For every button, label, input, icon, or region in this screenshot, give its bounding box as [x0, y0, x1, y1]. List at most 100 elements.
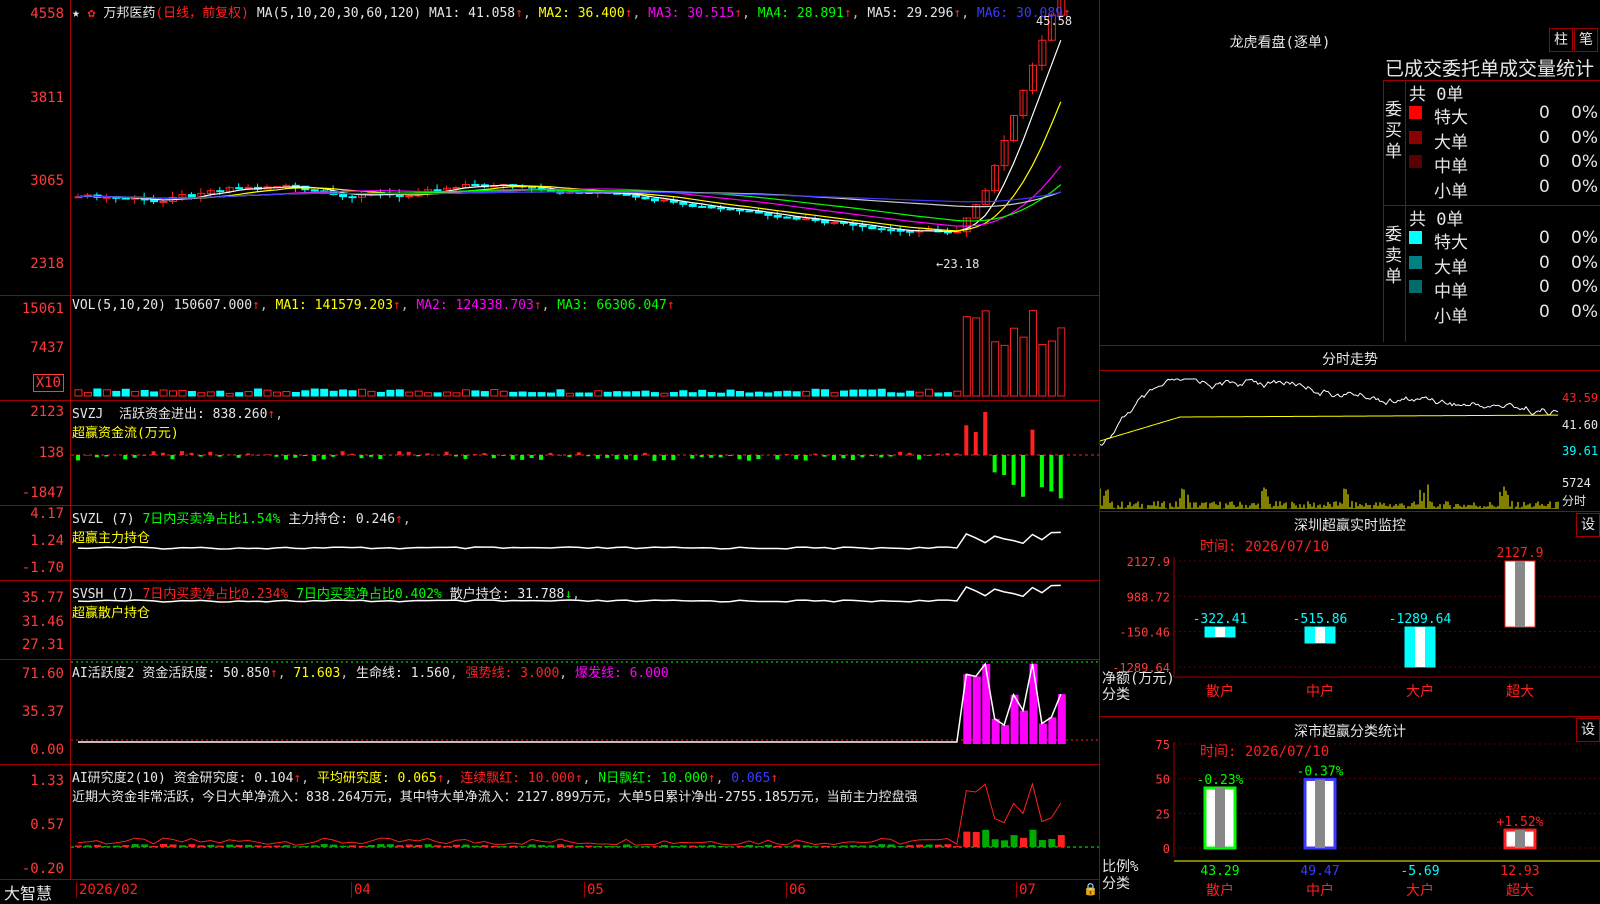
research-bar — [122, 845, 129, 847]
volume-bar — [1011, 328, 1018, 396]
flow-bar — [756, 455, 760, 459]
tick-mode-button[interactable]: 笔 — [1574, 28, 1598, 52]
flow-bar — [889, 455, 893, 457]
flow-bar — [775, 455, 779, 459]
research-bar — [179, 845, 186, 847]
candle — [689, 204, 696, 206]
flow-bar — [719, 455, 723, 457]
ratio-bar-highlight — [1315, 779, 1325, 848]
sz-monitor-panel[interactable]: 深圳超赢实时监控 设 时间: 2026/07/10 2127.9988.72-1… — [1100, 512, 1600, 716]
svzl-label: SVZL (7) — [72, 512, 135, 527]
ai-research-pane[interactable]: 1.33 0.57 -0.20 AI研究度2(10) 资金研究度: 0.104↑… — [0, 765, 1100, 880]
flow-bar — [360, 455, 364, 458]
star-icon[interactable]: ★ — [72, 6, 80, 21]
volume-bar — [103, 390, 110, 396]
ai2-tick: 1.33 — [30, 773, 64, 789]
ai-activity-pane[interactable]: 71.60 35.37 0.00 AI活跃度2 资金活跃度: 50.850↑, … — [0, 660, 1100, 765]
volume-pane[interactable]: 15061 7437 X10 VOL(5,10,20) 150607.000↑,… — [0, 296, 1100, 401]
volume-bar — [944, 393, 951, 396]
research-bar — [245, 845, 252, 847]
ma1-value: MA1: 41.058 — [429, 6, 515, 21]
flow-bar — [1059, 455, 1063, 498]
flow-bar — [813, 454, 817, 455]
sz-monitor-chart[interactable]: 2127.9988.72-150.46-1289.64-322.41散户-515… — [1100, 512, 1600, 716]
research-bar — [859, 846, 866, 847]
volume-bar — [897, 393, 904, 396]
research-bar — [765, 845, 772, 847]
volume-bar — [651, 393, 658, 396]
candle — [907, 231, 914, 232]
intraday-tick: 43.59 — [1562, 391, 1598, 405]
research-bar — [576, 846, 583, 847]
order-color-swatch — [1409, 131, 1422, 144]
order-type: 大单 — [1434, 253, 1468, 278]
candle — [472, 184, 479, 185]
candle — [188, 195, 195, 198]
svzj-pane[interactable]: 2123 138 -1847 SVZJ 活跃资金进出: 838.260↑, 超赢… — [0, 401, 1100, 506]
date-axis: 大智慧 2026/02 04 05 06 07 🔒 — [0, 880, 1100, 900]
volume-bar — [122, 389, 129, 396]
sz-class-chart[interactable]: 7550250-0.23%43.29散户-0.37%49.47中户-5.69大户… — [1100, 717, 1600, 900]
kline-pane[interactable]: 4558 3811 3065 2318 ★ ✿ 万邦医药(日线，前复权) MA(… — [0, 0, 1100, 296]
volume-bar — [387, 390, 394, 396]
intraday-panel[interactable]: 分时走势 43.59 41.60 39.61 5724 分时 — [1100, 346, 1600, 511]
volume-bar — [1039, 344, 1046, 396]
research-bar — [566, 845, 573, 847]
order-type: 特大 — [1434, 103, 1468, 128]
research-bar — [529, 844, 536, 847]
lock-icon[interactable]: 🔒 — [1083, 882, 1098, 896]
flow-bar — [898, 452, 902, 455]
net-amount-bar-highlight — [1215, 627, 1225, 637]
ai2-summary: 近期大资金非常活跃，今日大单净流入：838.264万元，其中特大单净流入：212… — [72, 790, 918, 805]
ratio-change: -0.37% — [1297, 764, 1344, 779]
research-bar — [188, 844, 195, 847]
ai1-tick: 71.60 — [22, 666, 64, 682]
research-bar — [434, 845, 441, 847]
volume-bar — [481, 392, 488, 396]
flow-bar — [246, 453, 250, 455]
vol-unit-badge[interactable]: X10 — [33, 374, 64, 392]
research-bar — [519, 846, 526, 847]
period-mode[interactable]: (日线，前复权) — [155, 6, 249, 21]
intraday-chart[interactable] — [1100, 371, 1560, 511]
volume-bar — [633, 392, 640, 396]
research-bar — [396, 845, 403, 847]
volume-bar — [916, 392, 923, 396]
volume-bar — [576, 393, 583, 396]
order-type: 小单 — [1434, 302, 1468, 327]
order-color-swatch — [1409, 180, 1422, 193]
order-percent: 0% — [1571, 128, 1598, 148]
volume-bar — [888, 393, 895, 396]
ai1-tick: 0.00 — [30, 742, 64, 758]
bar-mode-button[interactable]: 柱 — [1549, 28, 1573, 52]
volume-bar — [217, 391, 224, 396]
candle — [122, 198, 129, 199]
research-bar — [963, 832, 970, 847]
research-bar — [500, 846, 507, 847]
flow-bar — [747, 455, 751, 461]
volume-bar — [236, 393, 243, 396]
research-bar — [217, 846, 224, 847]
volume-bar — [831, 393, 838, 396]
research-bar — [869, 845, 876, 847]
ai2-consecutive-red: 连续飘红: 10.000 — [460, 771, 575, 786]
svzl-tick: 4.17 — [30, 506, 64, 522]
flow-bar — [142, 455, 146, 456]
svsh-pane[interactable]: 35.77 31.46 27.31 SVSH (7) 7日内买卖净占比0.234… — [0, 581, 1100, 660]
candle — [160, 201, 167, 202]
volume-bar — [160, 390, 167, 396]
svzl-pane[interactable]: 4.17 1.24 -1.70 SVZL (7) 7日内买卖净占比1.54% 主… — [0, 506, 1100, 581]
volume-bar — [548, 393, 555, 396]
candle — [434, 190, 441, 191]
candle — [217, 191, 224, 192]
sz-class-panel[interactable]: 深市超赢分类统计 设 时间: 2026/07/10 7550250-0.23%4… — [1100, 717, 1600, 900]
candle — [680, 202, 687, 204]
volume-bar — [642, 391, 649, 396]
kline-chart[interactable] — [71, 0, 1100, 295]
flow-bar — [964, 425, 968, 455]
flow-bar — [1040, 455, 1044, 487]
candle — [236, 188, 243, 189]
flow-bar — [378, 455, 382, 459]
flow-bar — [690, 455, 694, 459]
volume-bar — [614, 392, 621, 396]
